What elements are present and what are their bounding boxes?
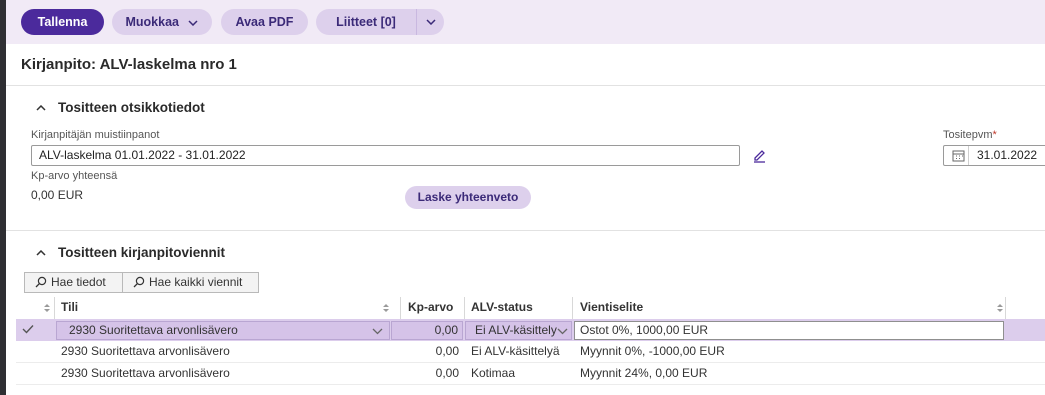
attachments-button[interactable]: Liitteet [0] xyxy=(316,9,416,35)
left-edge-strip xyxy=(0,0,6,395)
date-label: Tositepvm* xyxy=(943,129,997,141)
collapse-header-section-button[interactable] xyxy=(33,100,49,116)
date-label-text: Tositepvm xyxy=(943,129,993,141)
description-cell: Myynnit 0%, -1000,00 EUR xyxy=(580,344,725,358)
value-cell: 0,00 xyxy=(435,366,459,380)
description-cell: Myynnit 24%, 0,00 EUR xyxy=(580,366,708,380)
open-pdf-button[interactable]: Avaa PDF xyxy=(221,9,308,35)
search-icon xyxy=(35,276,47,288)
checkmark-icon xyxy=(22,325,34,334)
chevron-down-icon xyxy=(372,328,383,335)
account-cell: 2930 Suoritettava arvonlisävero xyxy=(61,366,230,380)
account-cell: 2930 Suoritettava arvonlisävero xyxy=(61,344,230,358)
date-value: 31.01.2022 xyxy=(977,148,1038,162)
column-header-account[interactable]: Tili xyxy=(61,300,78,314)
calendar-separator xyxy=(968,146,969,165)
total-label: Kp-arvo yhteensä xyxy=(31,170,118,182)
divider xyxy=(6,85,1045,86)
column-divider xyxy=(1005,297,1006,319)
edit-button-label: Muokkaa xyxy=(125,15,180,29)
sort-icon[interactable] xyxy=(382,303,390,313)
required-asterisk: * xyxy=(992,129,997,141)
fetch-all-entries-button[interactable]: Hae kaikki viennit xyxy=(122,272,259,293)
sort-icon[interactable] xyxy=(43,303,51,313)
table-row[interactable]: 2930 Suoritettava arvonlisävero 0,00 Ei … xyxy=(16,319,1045,341)
account-select[interactable]: 2930 Suoritettava arvonlisävero xyxy=(56,321,390,340)
header-section-title: Tositteen otsikkotiedot xyxy=(58,100,205,115)
column-divider xyxy=(400,297,401,319)
grid-header: Tili Kp-arvo ALV-status Vientiselite xyxy=(16,297,1006,319)
toolbar: Tallenna Muokkaa Avaa PDF Liitteet [0] xyxy=(6,0,1045,44)
date-field[interactable]: 31.01.2022 xyxy=(943,145,1045,166)
column-divider xyxy=(464,297,465,319)
description-field[interactable]: Ostot 0%, 1000,00 EUR xyxy=(574,321,1004,340)
column-header-value[interactable]: Kp-arvo xyxy=(408,300,453,314)
vat-status-cell: Ei ALV-käsittelyä xyxy=(471,344,560,358)
vat-status-cell: Kotimaa xyxy=(471,366,516,380)
vat-status-value: Ei ALV-käsittely xyxy=(475,323,557,337)
save-button[interactable]: Tallenna xyxy=(21,9,104,35)
fetch-all-label: Hae kaikki viennit xyxy=(149,275,243,289)
value-cell: 0,00 xyxy=(435,344,459,358)
column-divider xyxy=(572,297,573,319)
account-value: 2930 Suoritettava arvonlisävero xyxy=(69,323,238,337)
total-value: 0,00 EUR xyxy=(31,188,84,202)
collapse-entries-section-button[interactable] xyxy=(33,245,49,261)
chevron-down-icon xyxy=(557,328,568,335)
table-row[interactable]: 2930 Suoritettava arvonlisävero 0,00 Kot… xyxy=(16,363,1045,385)
vat-status-select[interactable]: Ei ALV-käsittely xyxy=(465,321,572,340)
notes-field[interactable]: ALV-laskelma 01.01.2022 - 31.01.2022 xyxy=(31,145,740,166)
search-icon xyxy=(133,276,145,288)
chevron-up-icon xyxy=(36,250,46,256)
calculate-summary-button[interactable]: Laske yhteenveto xyxy=(405,186,531,209)
divider xyxy=(6,230,1045,231)
edit-pencil-icon[interactable] xyxy=(752,148,767,163)
chevron-down-icon xyxy=(426,19,436,25)
table-row[interactable]: 2930 Suoritettava arvonlisävero 0,00 Ei … xyxy=(16,341,1045,363)
column-header-vat-status[interactable]: ALV-status xyxy=(471,300,533,314)
notes-label: Kirjanpitäjän muistiinpanot xyxy=(31,129,160,141)
calendar-icon[interactable] xyxy=(952,149,965,162)
sort-icon[interactable] xyxy=(996,303,1004,313)
column-divider xyxy=(54,297,55,319)
entries-section-title: Tositteen kirjanpitoviennit xyxy=(58,245,226,260)
value-field[interactable]: 0,00 xyxy=(391,321,463,340)
column-header-description[interactable]: Vientiselite xyxy=(580,300,643,314)
fetch-data-label: Hae tiedot xyxy=(51,275,106,289)
chevron-up-icon xyxy=(36,105,46,111)
chevron-down-icon xyxy=(188,20,199,26)
attachments-dropdown-button[interactable] xyxy=(416,9,444,35)
edit-menu-button[interactable]: Muokkaa xyxy=(112,9,212,35)
fetch-data-button[interactable]: Hae tiedot xyxy=(24,272,123,293)
page-title: Kirjanpito: ALV-laskelma nro 1 xyxy=(21,56,237,73)
